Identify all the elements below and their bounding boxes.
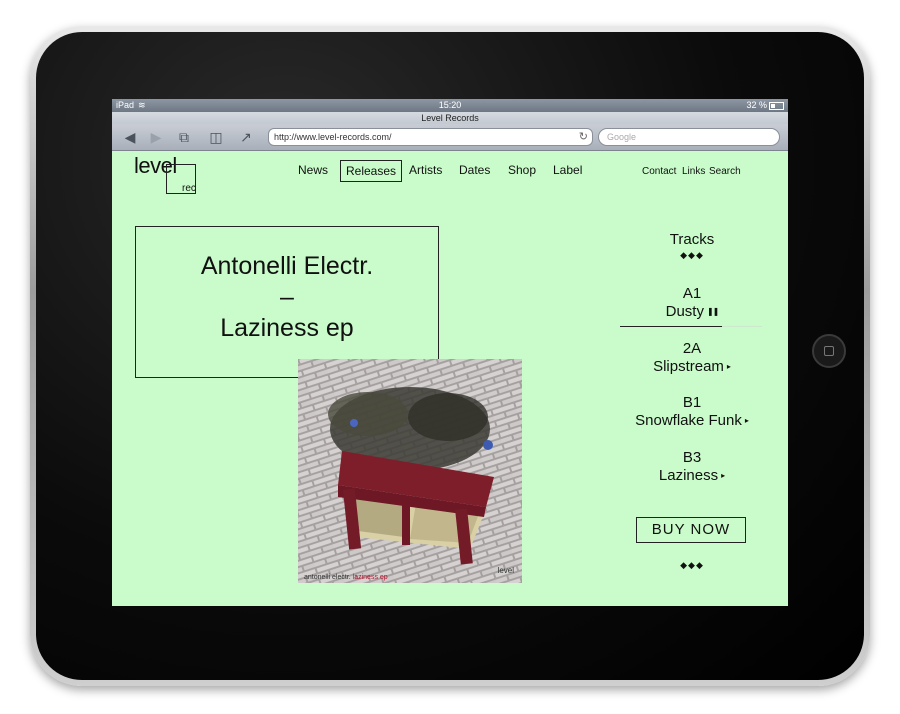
track-b3[interactable]: B3 Laziness ▸ bbox=[612, 449, 772, 485]
forward-arrow-icon[interactable]: ▶ bbox=[146, 128, 166, 146]
track-name: Laziness bbox=[658, 467, 719, 484]
cover-artist: antonelli electr. bbox=[304, 574, 351, 581]
diamond-divider: ◆◆◆ bbox=[680, 250, 704, 260]
nav-dates[interactable]: Dates bbox=[459, 160, 490, 180]
nav-releases[interactable]: Releases bbox=[340, 160, 403, 182]
track-a1[interactable]: A1 Dusty ❚❚ bbox=[612, 285, 772, 321]
tracks-heading: Tracks bbox=[669, 231, 715, 248]
share-icon[interactable]: ↗ bbox=[236, 128, 256, 146]
search-placeholder: Google bbox=[607, 132, 637, 142]
album-cover[interactable]: antonelli electr. laziness ep level bbox=[298, 359, 522, 583]
track-name: Dusty bbox=[665, 303, 704, 320]
release-dash: – bbox=[280, 283, 294, 311]
logo-sub: rec bbox=[182, 183, 196, 194]
track-side: 2A bbox=[682, 340, 702, 357]
cover-caption: antonelli electr. laziness ep bbox=[304, 574, 388, 581]
battery-icon bbox=[769, 101, 784, 110]
nav-search[interactable]: Search bbox=[709, 162, 741, 182]
track-side: B1 bbox=[682, 394, 702, 411]
release-title-box: Antonelli Electr. – Laziness ep bbox=[135, 226, 439, 378]
page-title: Level Records bbox=[112, 112, 788, 124]
nav-artists[interactable]: Artists bbox=[409, 160, 442, 180]
track-progress-fill bbox=[620, 326, 723, 327]
status-time: 15:20 bbox=[438, 100, 462, 110]
release-title: Laziness ep bbox=[220, 314, 354, 342]
cover-title: laziness ep bbox=[352, 574, 388, 581]
play-icon[interactable]: ▸ bbox=[721, 471, 725, 480]
track-progress[interactable] bbox=[620, 326, 762, 327]
track-2a[interactable]: 2A Slipstream ▸ bbox=[612, 340, 772, 376]
home-button[interactable] bbox=[812, 334, 846, 368]
track-name: Snowflake Funk bbox=[635, 412, 742, 429]
tabs-icon[interactable]: ⧉ bbox=[174, 128, 194, 146]
nav-news[interactable]: News bbox=[298, 160, 328, 180]
play-icon[interactable]: ▸ bbox=[727, 362, 731, 371]
play-icon[interactable]: ▸ bbox=[745, 416, 749, 425]
nav-links[interactable]: Links bbox=[682, 162, 705, 182]
back-arrow-icon[interactable]: ◀ bbox=[120, 128, 140, 146]
buy-now-button[interactable]: BUY NOW bbox=[636, 517, 746, 543]
track-b1[interactable]: B1 Snowflake Funk ▸ bbox=[612, 394, 772, 430]
screen: iPad ≋ 15:20 32 % Level Records ◀ ▶ ⧉ ◫ … bbox=[112, 99, 788, 606]
battery-percent: 32 % bbox=[746, 100, 767, 110]
nav-shop[interactable]: Shop bbox=[508, 160, 536, 180]
bookmarks-icon[interactable]: ◫ bbox=[206, 128, 226, 146]
diamond-divider-bottom: ◆◆◆ bbox=[680, 560, 704, 570]
nav-label[interactable]: Label bbox=[553, 160, 582, 180]
reload-icon[interactable]: ↻ bbox=[579, 129, 588, 145]
track-name: Slipstream bbox=[653, 358, 724, 375]
nav-contact[interactable]: Contact bbox=[642, 162, 676, 182]
release-artist: Antonelli Electr. bbox=[200, 252, 374, 280]
tracks-header: Tracks ◆◆◆ bbox=[612, 231, 772, 261]
search-field[interactable]: Google bbox=[598, 128, 780, 146]
website: level rec News Releases Artists Dates Sh… bbox=[112, 151, 788, 606]
browser-toolbar: ◀ ▶ ⧉ ◫ ↗ http://www.level-records.com/ … bbox=[112, 124, 788, 151]
track-side: B3 bbox=[682, 449, 702, 466]
pause-icon[interactable]: ❚❚ bbox=[707, 307, 719, 316]
status-bar: iPad ≋ 15:20 32 % bbox=[112, 99, 788, 112]
cover-artwork bbox=[298, 359, 522, 583]
url-field[interactable]: http://www.level-records.com/ ↻ bbox=[268, 128, 593, 146]
cover-logo: level bbox=[497, 566, 514, 575]
track-side: A1 bbox=[682, 285, 702, 302]
url-text: http://www.level-records.com/ bbox=[274, 132, 392, 142]
